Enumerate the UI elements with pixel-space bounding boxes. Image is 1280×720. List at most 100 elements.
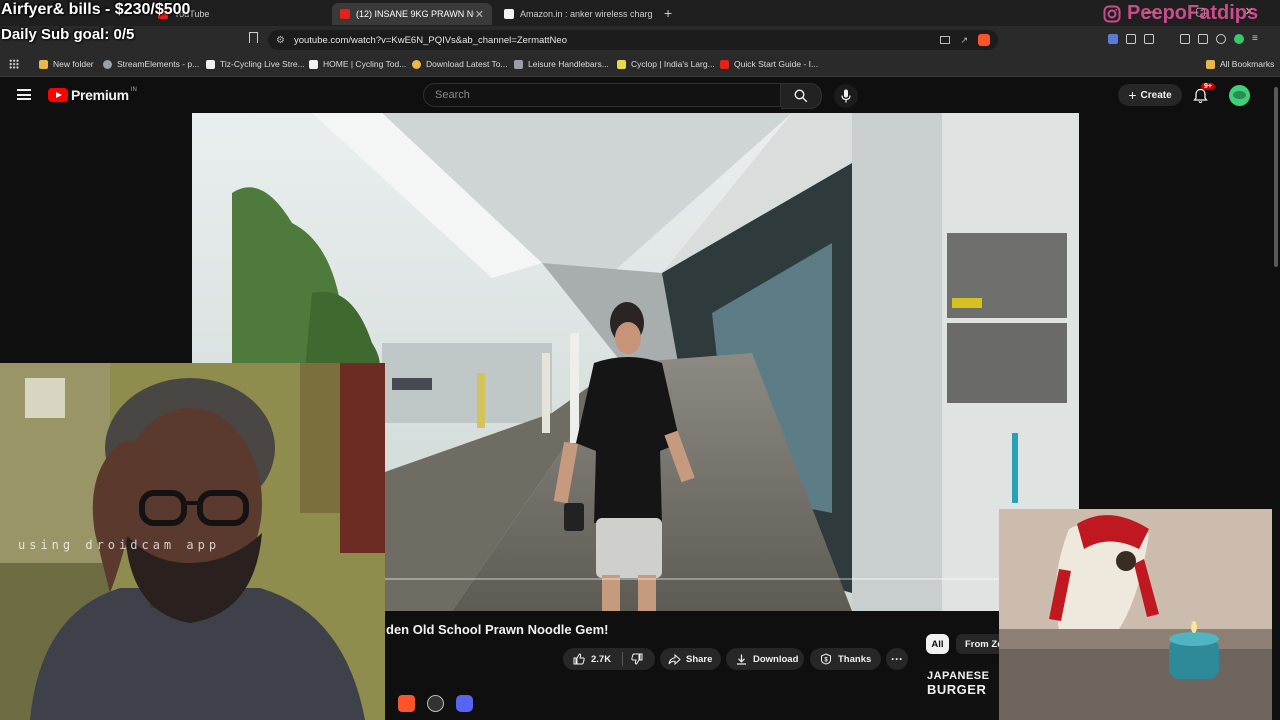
- create-button[interactable]: + Create: [1118, 84, 1182, 106]
- brave-browser-icon[interactable]: [398, 695, 415, 712]
- create-label: Create: [1140, 89, 1172, 101]
- bell-icon: [1193, 88, 1208, 104]
- apps-grid-icon[interactable]: [9, 59, 19, 69]
- bookmark-label: HOME | Cycling Tod...: [323, 59, 407, 69]
- download-label: Download: [753, 653, 799, 665]
- obs-icon[interactable]: [427, 695, 444, 712]
- region-code: IN: [130, 87, 137, 93]
- thanks-label: Thanks: [838, 653, 872, 665]
- secondary-camera-frame: [999, 509, 1280, 720]
- brave-shield-icon[interactable]: [978, 34, 990, 46]
- bookmark-item[interactable]: Tiz-Cycling Live Stre...: [206, 59, 305, 69]
- youtube-play-icon: [48, 88, 68, 102]
- new-tab-icon[interactable]: +: [664, 5, 672, 21]
- secondary-camera: [999, 509, 1280, 720]
- share-label: Share: [686, 653, 713, 665]
- folder-icon: [1206, 59, 1215, 69]
- shield-icon[interactable]: [1216, 34, 1226, 44]
- media-icon[interactable]: [1180, 34, 1190, 44]
- download-icon: [737, 654, 746, 665]
- omnibox[interactable]: ⚙ youtube.com/watch?v=KwE6N_PQIVs&ab_cha…: [268, 30, 998, 50]
- amazon-favicon-icon: [504, 9, 514, 19]
- bookmark-label: Quick Start Guide - I...: [734, 59, 819, 69]
- tab-amazon[interactable]: Amazon.in : anker wireless charging: [496, 3, 660, 25]
- more-actions-button[interactable]: ···: [886, 648, 908, 670]
- bookmark-favicon-icon: [617, 59, 626, 69]
- bookmark-item[interactable]: Quick Start Guide - I...: [720, 59, 818, 69]
- all-bookmarks[interactable]: All Bookmarks: [1206, 59, 1274, 69]
- youtube-favicon-icon: [340, 9, 350, 19]
- bookmark-item[interactable]: Download Latest To...: [412, 59, 508, 69]
- puzzle-icon[interactable]: [1126, 34, 1136, 44]
- bookmark-label: StreamElements - p...: [117, 59, 200, 69]
- video-progress-bar[interactable]: [385, 578, 1079, 580]
- folder-icon: [39, 59, 48, 69]
- hamburger-menu-icon[interactable]: [17, 89, 31, 100]
- bookmark-label: Cyclop | India's Larg...: [631, 59, 715, 69]
- droidcam-watermark: using droidcam app: [18, 538, 221, 552]
- extension-icon[interactable]: [1144, 34, 1154, 44]
- bookmark-label: Download Latest To...: [426, 59, 508, 69]
- thumbs-down-icon: [631, 653, 643, 665]
- menu-icon[interactable]: ≡: [1252, 34, 1262, 44]
- extension-icon[interactable]: [1108, 34, 1118, 44]
- bills-goal-overlay: Airfyer& bills - $230/$500: [1, 1, 191, 18]
- tab-video-active[interactable]: (12) INSANE 9KG PRAWN NOOD ✕: [332, 3, 492, 25]
- sidebar-icon[interactable]: [1198, 34, 1208, 44]
- video-title: den Old School Prawn Noodle Gem!: [386, 622, 609, 637]
- bookmark-item[interactable]: StreamElements - p...: [103, 59, 199, 69]
- microphone-icon: [841, 89, 851, 103]
- like-dislike-group: 2.7K: [563, 648, 655, 670]
- site-info-icon[interactable]: ⚙: [276, 35, 285, 46]
- bookmark-favicon-icon: [514, 59, 523, 69]
- discord-icon[interactable]: [456, 695, 473, 712]
- chip-all[interactable]: All: [926, 634, 949, 654]
- share-page-icon[interactable]: ↗: [960, 35, 968, 46]
- voice-search-button[interactable]: [834, 84, 858, 108]
- notifications-badge: 9+: [1201, 83, 1215, 90]
- tab-label: (12) INSANE 9KG PRAWN NOOD: [356, 9, 474, 19]
- bookmark-star-icon[interactable]: [249, 32, 258, 43]
- instagram-icon: [1103, 5, 1121, 22]
- share-button[interactable]: Share: [660, 648, 721, 670]
- bookmark-favicon-icon: [309, 59, 318, 69]
- instagram-handle: PeepoFatdips: [1127, 2, 1259, 24]
- bookmark-item[interactable]: HOME | Cycling Tod...: [309, 59, 406, 69]
- sub-goal-overlay: Daily Sub goal: 0/5: [1, 26, 135, 43]
- recommendation-thumbnail[interactable]: JAPANESE BURGER: [922, 664, 1000, 720]
- bookmark-favicon-icon: [206, 59, 215, 69]
- url-text[interactable]: youtube.com/watch?v=KwE6N_PQIVs&ab_chann…: [294, 35, 567, 46]
- cast-icon[interactable]: [940, 36, 951, 44]
- bookmark-favicon-icon: [412, 59, 421, 69]
- scrollbar-thumb[interactable]: [1274, 87, 1278, 267]
- like-button[interactable]: 2.7K: [563, 653, 611, 665]
- bookmark-favicon-icon: [720, 59, 729, 69]
- browser-tab-strip: YouTube (12) INSANE 9KG PRAWN NOOD ✕ Ama…: [0, 0, 1280, 26]
- thumbnail-text-2: BURGER: [927, 682, 987, 697]
- thanks-button[interactable]: $ Thanks: [810, 648, 881, 670]
- search-icon: [794, 89, 808, 103]
- thumbs-up-icon: [573, 653, 585, 665]
- notifications-button[interactable]: 9+: [1193, 83, 1215, 104]
- svg-text:$: $: [824, 658, 828, 664]
- share-icon: [668, 653, 681, 665]
- bookmark-item[interactable]: New folder: [39, 59, 94, 69]
- page-scrollbar[interactable]: [1272, 77, 1280, 720]
- avatar[interactable]: [1229, 85, 1250, 106]
- super-thanks-icon: $: [821, 653, 831, 665]
- search-input[interactable]: Search: [423, 83, 781, 107]
- bookmark-label: New folder: [53, 59, 94, 69]
- bookmark-favicon-icon: [103, 59, 112, 69]
- bookmark-item[interactable]: Leisure Handlebars...: [514, 59, 609, 69]
- download-button[interactable]: Download: [726, 648, 804, 670]
- youtube-logo[interactable]: Premium IN: [48, 87, 137, 103]
- bookmark-label: Leisure Handlebars...: [528, 59, 609, 69]
- dislike-button[interactable]: [623, 653, 643, 665]
- vpn-status-icon[interactable]: [1234, 34, 1244, 44]
- extension-icons: ≡: [1108, 34, 1262, 44]
- bookmark-item[interactable]: Cyclop | India's Larg...: [617, 59, 715, 69]
- close-tab-icon[interactable]: ✕: [475, 8, 484, 21]
- more-icon: ···: [891, 652, 903, 666]
- tab-label: Amazon.in : anker wireless charging: [520, 9, 652, 19]
- search-button[interactable]: [781, 83, 822, 109]
